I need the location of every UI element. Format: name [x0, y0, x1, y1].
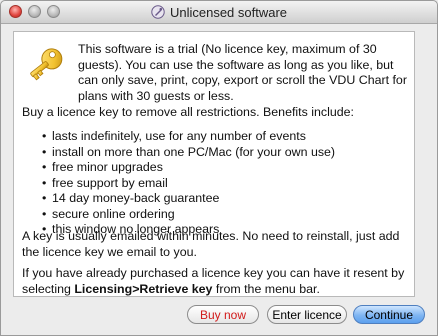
- retrieve-key-menu-path: Licensing>Retrieve key: [74, 281, 213, 296]
- benefits-list: lasts indefinitely, use for any number o…: [42, 129, 402, 238]
- resend-note: If you have already purchased a licence …: [22, 266, 412, 297]
- key-icon: [30, 48, 63, 81]
- message-panel: This software is a trial (No licence key…: [13, 31, 415, 297]
- benefit-item: 14 day money-back guarantee: [42, 191, 402, 207]
- trial-intro-text: This software is a trial (No licence key…: [78, 42, 407, 103]
- window-title: Unlicensed software: [169, 4, 288, 20]
- title-wrap: Unlicensed software: [1, 1, 437, 23]
- benefits-heading: Buy a licence key to remove all restrict…: [22, 105, 354, 119]
- benefit-item: free support by email: [42, 176, 402, 192]
- email-delivery-note: A key is usually emailed within minutes.…: [22, 229, 400, 259]
- continue-button[interactable]: Continue: [353, 305, 425, 324]
- benefit-item: lasts indefinitely, use for any number o…: [42, 129, 402, 145]
- enter-licence-button[interactable]: Enter licence: [267, 305, 347, 324]
- unlicensed-dialog: Unlicensed software This software is a t…: [0, 0, 438, 336]
- benefit-item: install on more than one PC/Mac (for you…: [42, 145, 402, 161]
- app-icon: [151, 5, 165, 19]
- buy-now-button[interactable]: Buy now: [187, 305, 259, 324]
- resend-suffix: from the menu bar.: [212, 281, 320, 296]
- benefit-item: secure online ordering: [42, 207, 402, 223]
- benefit-item: free minor upgrades: [42, 160, 402, 176]
- title-bar: Unlicensed software: [1, 1, 437, 24]
